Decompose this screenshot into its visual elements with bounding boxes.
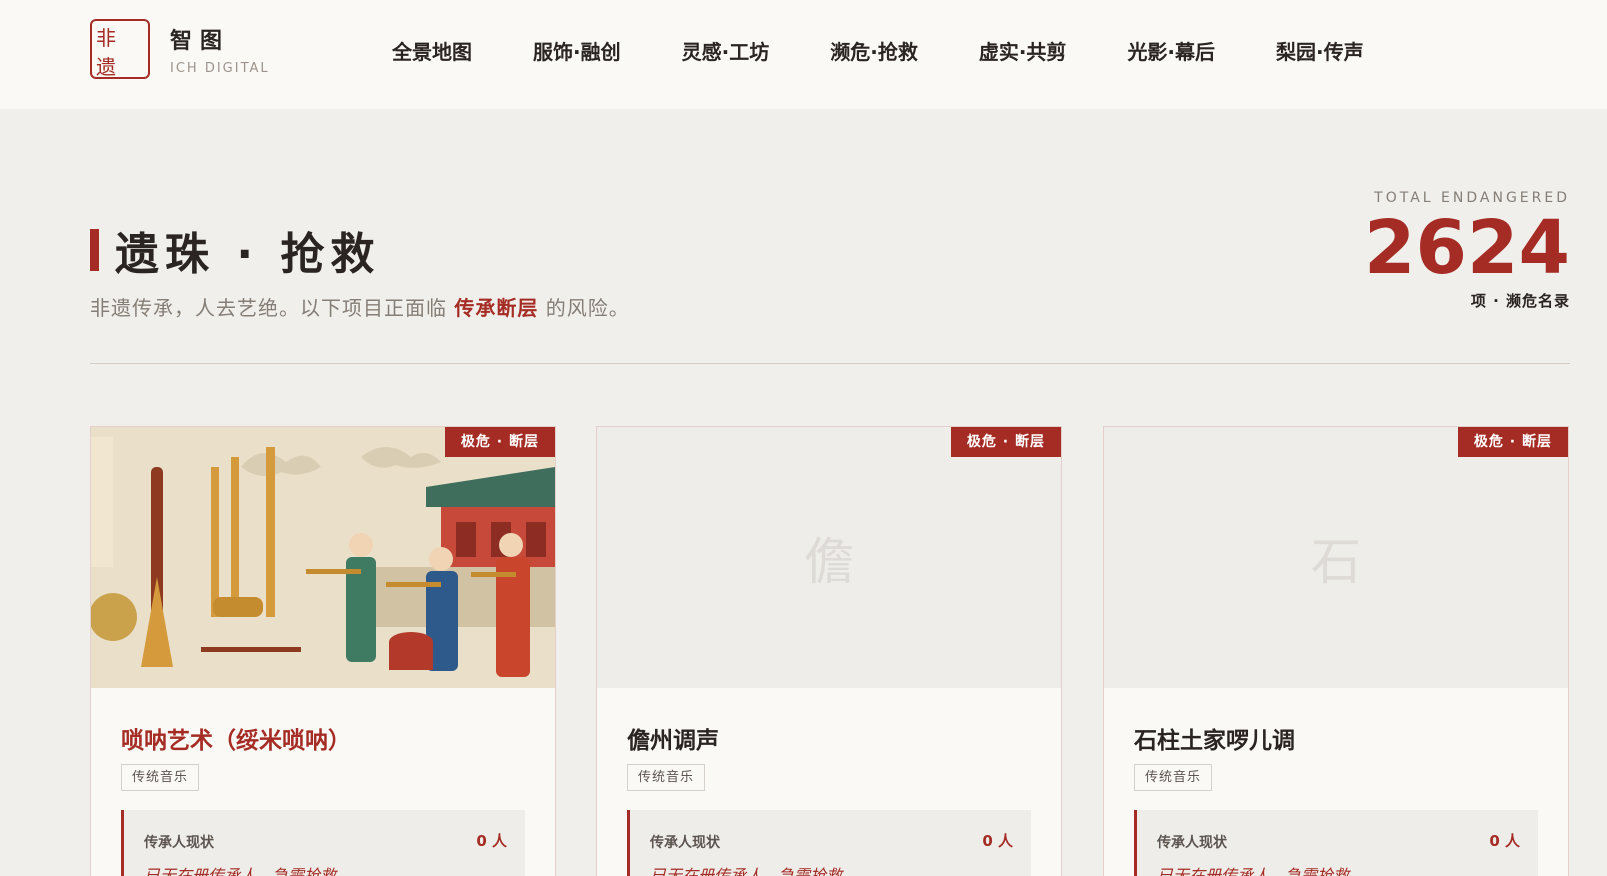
brand-subtitle: ICH DIGITAL xyxy=(170,60,270,76)
subtitle-text-after: 的风险。 xyxy=(538,296,630,320)
brand: 智图 ICH DIGITAL xyxy=(170,23,270,76)
card-badge: 极危 · 断层 xyxy=(1457,427,1568,457)
card-title[interactable]: 儋州调声 xyxy=(627,721,719,755)
top-header: 非 遗 智图 ICH DIGITAL 全景地图 服饰·融创 灵感·工坊 濒危·抢… xyxy=(0,0,1607,109)
status-note: 已无在册传承人，急需抢救。 xyxy=(144,866,353,876)
card-image-placeholder: 儋 极危 · 断层 xyxy=(597,427,1061,688)
status-label: 传承人现状 xyxy=(1157,835,1227,851)
page-subtitle: 非遗传承，人去艺绝。以下项目正面临 传承断层 的风险。 xyxy=(90,292,630,321)
nav-item-behind-scenes[interactable]: 光影·幕后 xyxy=(1127,36,1215,65)
endangered-stat: TOTAL ENDANGERED 2624 项 · 濒危名录 xyxy=(1364,190,1570,311)
project-card-danzhou[interactable]: 儋 极危 · 断层 儋州调声 传统音乐 传承人现状 0 人 已无在册传承人，急需… xyxy=(596,426,1062,876)
page-title: 遗珠 · 抢救 xyxy=(115,229,381,280)
stat-label: TOTAL ENDANGERED xyxy=(1374,190,1570,206)
card-tag: 传统音乐 xyxy=(121,764,200,791)
card-image-placeholder: 石 极危 · 断层 xyxy=(1104,427,1568,688)
status-count: 0 人 xyxy=(982,832,1013,850)
subtitle-highlight: 传承断层 xyxy=(454,296,539,320)
card-badge: 极危 · 断层 xyxy=(950,427,1061,457)
placeholder-glyph: 儋 xyxy=(804,532,854,591)
project-card-suona[interactable]: 极危 · 断层 唢呐艺术（绥米唢呐） 传统音乐 传承人现状 0 人 已无在册传承… xyxy=(90,426,556,876)
project-card-shizhu[interactable]: 石 极危 · 断层 石柱土家啰儿调 传统音乐 传承人现状 0 人 已无在册传承人… xyxy=(1103,426,1569,876)
nav-item-costume[interactable]: 服饰·融创 xyxy=(533,36,621,65)
status-label: 传承人现状 xyxy=(650,835,720,851)
nav-item-opera[interactable]: 梨园·传声 xyxy=(1276,36,1364,65)
placeholder-glyph: 石 xyxy=(1311,532,1361,591)
card-status: 传承人现状 0 人 已无在册传承人，急需抢救。 xyxy=(627,810,1031,876)
status-note: 已无在册传承人，急需抢救。 xyxy=(1157,866,1366,876)
status-count: 0 人 xyxy=(476,832,507,850)
card-title[interactable]: 唢呐艺术（绥米唢呐） xyxy=(121,721,351,755)
page-title-block: 遗珠 · 抢救 xyxy=(90,218,380,282)
hero-divider xyxy=(90,363,1570,364)
main-nav: 全景地图 服饰·融创 灵感·工坊 濒危·抢救 虚实·共剪 光影·幕后 梨园·传声 xyxy=(392,36,1425,65)
brand-name: 智图 xyxy=(170,28,231,54)
logo-seal: 非 遗 xyxy=(90,19,150,79)
nav-item-panorama-map[interactable]: 全景地图 xyxy=(392,36,472,65)
title-accent-bar xyxy=(90,229,99,271)
card-status: 传承人现状 0 人 已无在册传承人，急需抢救。 xyxy=(121,810,525,876)
logo-seal-char-1: 非 xyxy=(96,26,116,50)
logo[interactable]: 非 遗 智图 ICH DIGITAL xyxy=(90,19,270,79)
stat-value: 2624 xyxy=(1364,205,1570,291)
card-title[interactable]: 石柱土家啰儿调 xyxy=(1134,721,1295,755)
nav-item-inspiration[interactable]: 灵感·工坊 xyxy=(682,36,770,65)
stat-unit: 项 · 濒危名录 xyxy=(1470,292,1570,310)
status-note: 已无在册传承人，急需抢救。 xyxy=(650,866,859,876)
logo-seal-char-2: 遗 xyxy=(96,55,116,79)
card-status: 传承人现状 0 人 已无在册传承人，急需抢救。 xyxy=(1134,810,1538,876)
suona-illustration xyxy=(91,427,555,688)
card-tag: 传统音乐 xyxy=(1134,764,1213,791)
card-image: 极危 · 断层 xyxy=(91,427,555,688)
card-badge: 极危 · 断层 xyxy=(444,427,555,457)
subtitle-text-before: 非遗传承，人去艺绝。以下项目正面临 xyxy=(90,296,455,320)
status-label: 传承人现状 xyxy=(144,835,214,851)
nav-item-endangered[interactable]: 濒危·抢救 xyxy=(830,36,918,65)
nav-item-virtual[interactable]: 虚实·共剪 xyxy=(979,36,1067,65)
card-tag: 传统音乐 xyxy=(627,764,706,791)
status-count: 0 人 xyxy=(1489,832,1520,850)
